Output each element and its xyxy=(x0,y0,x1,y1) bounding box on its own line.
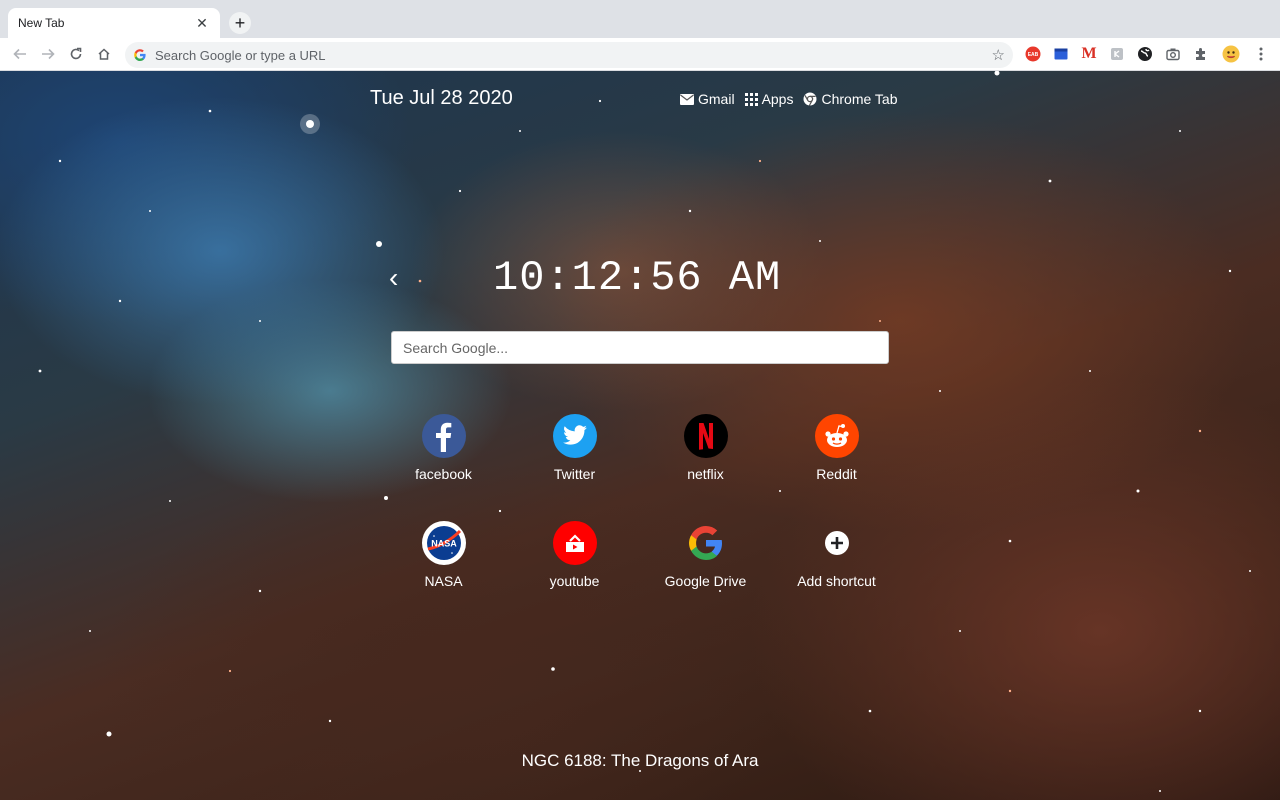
new-tab-button[interactable]: + xyxy=(229,12,251,34)
background-caption: NGC 6188: The Dragons of Ara xyxy=(521,751,759,770)
forward-button[interactable] xyxy=(36,42,60,66)
reddit-icon xyxy=(814,414,859,458)
svg-text:NASA: NASA xyxy=(431,539,457,549)
eab-extension-icon[interactable]: EAB xyxy=(1024,45,1042,63)
shortcut-label: Twitter xyxy=(553,466,596,482)
shortcut-youtube[interactable]: youtube xyxy=(509,521,640,611)
new-tab-page: Tue Jul 28 2020 Gmail Apps Chrome Tab ‹ … xyxy=(0,71,1280,800)
twitter-icon xyxy=(552,414,597,458)
shortcut-label: Reddit xyxy=(816,466,857,482)
shortcut-label: Add shortcut xyxy=(797,573,876,589)
back-button[interactable] xyxy=(8,42,32,66)
add-shortcut-button[interactable]: Add shortcut xyxy=(771,521,902,611)
menu-kebab-icon[interactable] xyxy=(1252,45,1270,63)
shortcut-label: netflix xyxy=(687,466,724,482)
envelope-icon xyxy=(680,93,694,105)
camera-extension-icon[interactable] xyxy=(1164,45,1182,63)
home-button[interactable] xyxy=(92,42,116,66)
back-arrow-icon xyxy=(13,48,26,60)
tab-close-icon[interactable]: ✕ xyxy=(194,15,210,31)
shortcut-label: NASA xyxy=(424,573,463,589)
google-g-icon xyxy=(134,49,146,61)
shortcut-netflix[interactable]: netflix xyxy=(640,414,771,504)
chrome-tab-link-label: Chrome Tab xyxy=(821,91,898,107)
chrome-tab-link[interactable]: Chrome Tab xyxy=(803,91,898,107)
tab-strip: New Tab ✕ + xyxy=(0,0,1280,38)
date-display: Tue Jul 28 2020 xyxy=(370,87,513,109)
google-icon xyxy=(684,521,728,565)
shortcut-nasa[interactable]: NASA NASA xyxy=(378,521,509,611)
facebook-icon xyxy=(421,414,466,458)
puzzle-extensions-icon[interactable] xyxy=(1192,45,1210,63)
svg-text:EAB: EAB xyxy=(1028,52,1039,58)
gmail-link[interactable]: Gmail xyxy=(680,91,735,107)
gmail-link-label: Gmail xyxy=(698,91,735,107)
shortcut-facebook[interactable]: facebook xyxy=(378,414,509,504)
add-shortcut-icon xyxy=(815,521,859,565)
apps-grid-icon xyxy=(744,92,758,106)
search-input[interactable] xyxy=(391,331,889,364)
nasa-icon: NASA xyxy=(421,521,466,565)
browser-toolbar: Search Google or type a URL ☆ EAB M xyxy=(0,38,1280,71)
clock-display: 10:12:56 AM xyxy=(493,254,782,302)
profile-avatar-icon[interactable] xyxy=(1222,45,1240,63)
shortcut-reddit[interactable]: Reddit xyxy=(771,414,902,504)
apps-link[interactable]: Apps xyxy=(744,91,794,107)
bookmark-star-icon[interactable]: ☆ xyxy=(992,46,1005,64)
chevron-left-icon[interactable]: ‹ xyxy=(389,264,398,292)
gmail-m-extension-icon[interactable]: M xyxy=(1080,45,1098,63)
globe-extension-icon[interactable] xyxy=(1136,45,1154,63)
omnibox-placeholder: Search Google or type a URL xyxy=(155,47,326,63)
top-links: Gmail Apps Chrome Tab xyxy=(680,91,898,107)
tab-title: New Tab xyxy=(18,16,65,30)
shortcut-label: Google Drive xyxy=(664,573,747,589)
shortcut-label: youtube xyxy=(549,573,600,589)
tab-new-tab[interactable]: New Tab ✕ xyxy=(8,8,220,38)
shortcut-twitter[interactable]: Twitter xyxy=(509,414,640,504)
youtube-icon xyxy=(552,521,597,565)
forward-arrow-icon xyxy=(42,48,55,60)
omnibox[interactable]: Search Google or type a URL ☆ xyxy=(125,42,1013,68)
home-icon xyxy=(98,48,110,60)
blue-square-extension-icon[interactable] xyxy=(1052,45,1070,63)
shortcut-google-drive[interactable]: Google Drive xyxy=(640,521,771,611)
chrome-icon xyxy=(803,92,817,106)
reload-button[interactable] xyxy=(64,42,88,66)
shortcut-label: facebook xyxy=(415,466,472,482)
grey-extension-icon[interactable] xyxy=(1108,45,1126,63)
apps-link-label: Apps xyxy=(761,91,794,107)
netflix-icon xyxy=(683,414,728,458)
reload-icon xyxy=(70,47,82,60)
